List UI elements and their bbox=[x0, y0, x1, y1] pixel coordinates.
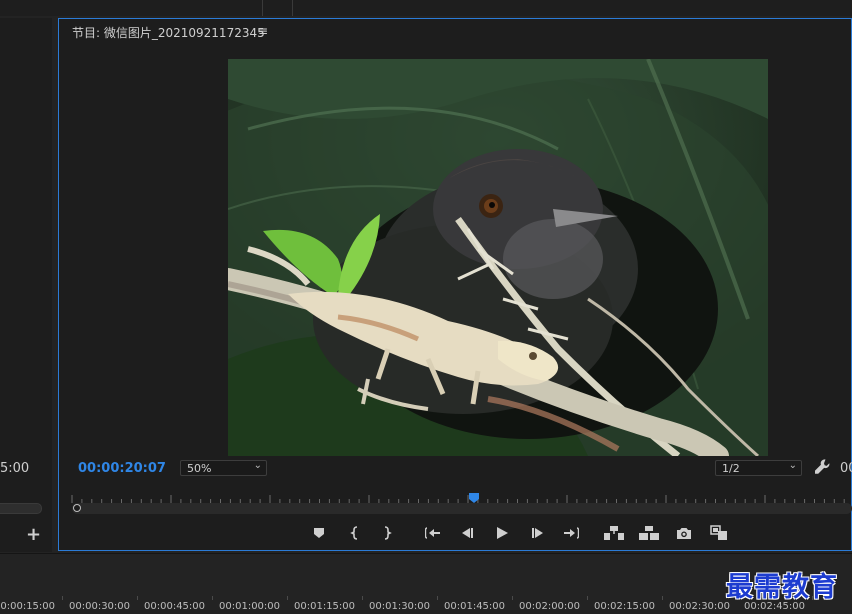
compare-view-icon bbox=[710, 525, 727, 540]
timeline-tick bbox=[662, 596, 663, 600]
playback-resolution-select[interactable]: 1/2 ⌄ bbox=[715, 460, 802, 476]
go-to-in-button[interactable] bbox=[423, 524, 443, 542]
zoom-level-select[interactable]: 50% ⌄ bbox=[180, 460, 267, 476]
timeline-time-label: 00:01:15:00 bbox=[294, 601, 356, 612]
timeline-tick bbox=[362, 596, 363, 600]
top-panel-strip bbox=[0, 0, 852, 16]
video-preview[interactable] bbox=[228, 59, 768, 456]
panel-divider bbox=[262, 0, 263, 16]
timeline-tick bbox=[512, 596, 513, 600]
time-ruler[interactable] bbox=[70, 491, 852, 503]
go-to-in-icon bbox=[425, 527, 440, 539]
extract-icon bbox=[639, 526, 659, 540]
zoom-level-value: 50% bbox=[187, 462, 212, 475]
source-scrollbar[interactable] bbox=[0, 503, 42, 514]
step-back-button[interactable] bbox=[457, 524, 477, 542]
video-frame-image bbox=[228, 59, 768, 456]
add-marker-button[interactable] bbox=[309, 524, 329, 542]
timeline-time-label: 00:02:15:00 bbox=[594, 601, 656, 612]
out-point-duration: 00 bbox=[840, 461, 852, 476]
timeline-tick bbox=[587, 596, 588, 600]
mark-in-button[interactable] bbox=[345, 524, 365, 542]
extract-button[interactable] bbox=[639, 524, 659, 542]
playhead-marker[interactable] bbox=[469, 488, 479, 503]
timeline-tick bbox=[137, 596, 138, 600]
step-forward-button[interactable] bbox=[528, 524, 548, 542]
go-to-out-button[interactable] bbox=[561, 524, 581, 542]
panel-title[interactable]: 节目: 微信图片_20210921172345 bbox=[72, 24, 265, 41]
zoom-scrollbar[interactable] bbox=[72, 503, 852, 514]
mark-out-button[interactable] bbox=[377, 524, 397, 542]
export-frame-button[interactable] bbox=[674, 524, 694, 542]
chevron-down-icon: ⌄ bbox=[253, 460, 262, 471]
timeline-tick bbox=[287, 596, 288, 600]
timeline-time-label: 00:02:30:00 bbox=[669, 601, 731, 612]
timeline-time-label: 00:00:30:00 bbox=[69, 601, 131, 612]
go-to-out-icon bbox=[564, 527, 579, 539]
timeline-time-label: 00:02:00:00 bbox=[519, 601, 581, 612]
watermark-logo: 最需教育 bbox=[726, 572, 838, 603]
lift-button[interactable] bbox=[604, 524, 624, 542]
compare-view-button[interactable] bbox=[709, 524, 729, 542]
timeline-time-label: 00:01:45:00 bbox=[444, 601, 506, 612]
timeline-time-label: 00:00:45:00 bbox=[144, 601, 206, 612]
settings-wrench-icon[interactable] bbox=[813, 458, 831, 476]
source-timecode: 5:00 bbox=[0, 461, 30, 476]
timeline-tick bbox=[437, 596, 438, 600]
chevron-down-icon: ⌄ bbox=[788, 460, 797, 471]
step-forward-icon bbox=[532, 528, 543, 538]
timeline-time-label: 00:01:00:00 bbox=[219, 601, 281, 612]
add-button[interactable]: + bbox=[26, 524, 41, 545]
scrollbar-handle[interactable] bbox=[73, 504, 81, 512]
timeline-time-label: 00:00:15:00 bbox=[0, 601, 56, 612]
panel-menu-icon[interactable]: ≡ bbox=[258, 24, 268, 38]
playhead-timecode[interactable]: 00:00:20:07 bbox=[78, 461, 166, 476]
timeline-time-label: 00:01:30:00 bbox=[369, 601, 431, 612]
timeline-tick bbox=[212, 596, 213, 600]
resolution-value: 1/2 bbox=[722, 462, 740, 475]
lift-icon bbox=[604, 526, 624, 540]
play-button[interactable] bbox=[492, 524, 512, 542]
camera-icon bbox=[677, 527, 691, 539]
panel-divider bbox=[292, 0, 293, 16]
mark-out-icon bbox=[384, 526, 392, 540]
marker-icon bbox=[314, 528, 324, 538]
mark-in-icon bbox=[350, 526, 358, 540]
play-icon bbox=[497, 527, 508, 539]
step-back-icon bbox=[462, 528, 473, 538]
timeline-tick bbox=[62, 596, 63, 600]
